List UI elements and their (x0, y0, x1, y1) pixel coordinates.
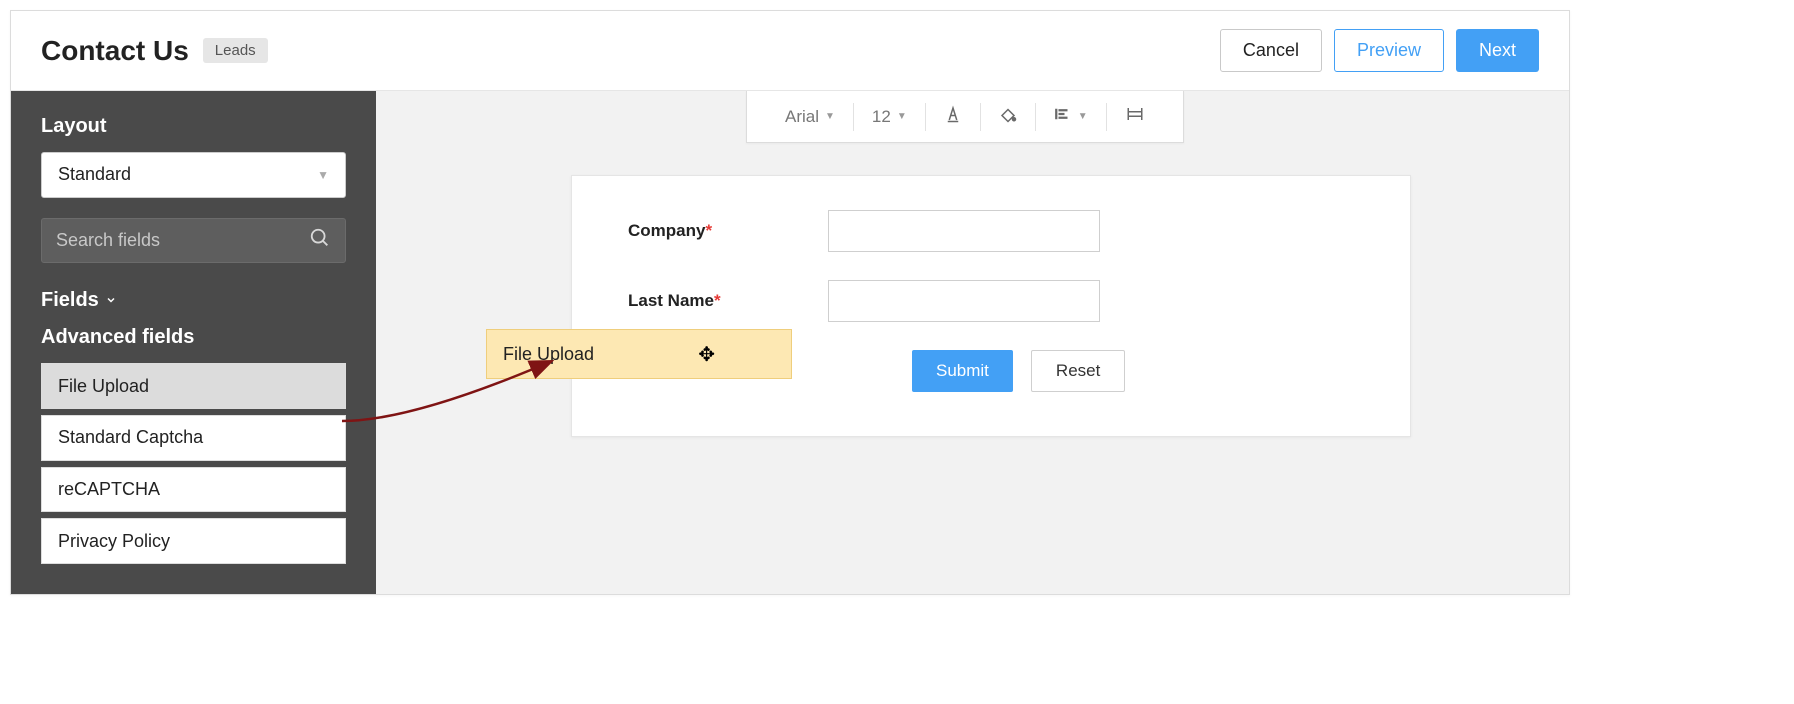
company-input[interactable] (828, 210, 1100, 252)
layout-label: Layout (41, 115, 346, 138)
field-label: Last Name* (628, 291, 828, 311)
form-preview-card: Company* Last Name* Submit Reset (571, 175, 1411, 437)
search-icon (309, 227, 331, 254)
form-width-button[interactable] (1107, 105, 1163, 128)
field-item-standard-captcha[interactable]: Standard Captcha (41, 415, 346, 461)
chevron-down-icon: ▼ (897, 111, 907, 122)
fields-label: Fields (41, 289, 99, 312)
lastname-input[interactable] (828, 280, 1100, 322)
required-asterisk: * (705, 221, 712, 240)
page-title: Contact Us (41, 35, 189, 67)
font-family-dropdown[interactable]: Arial ▼ (767, 107, 853, 127)
fill-color-button[interactable] (981, 105, 1035, 128)
layout-select-value: Standard (58, 164, 131, 185)
form-width-icon (1125, 105, 1145, 128)
chevron-down-icon: ▼ (825, 111, 835, 122)
field-item-file-upload[interactable]: File Upload (41, 363, 346, 409)
field-item-recaptcha[interactable]: reCAPTCHA (41, 467, 346, 513)
form-actions: Submit Reset (912, 350, 1354, 392)
cancel-button[interactable]: Cancel (1220, 29, 1322, 72)
search-input[interactable] (56, 230, 309, 251)
preview-button[interactable]: Preview (1334, 29, 1444, 72)
formatting-toolbar: Arial ▼ 12 ▼ (746, 91, 1184, 143)
next-button[interactable]: Next (1456, 29, 1539, 72)
canvas: Arial ▼ 12 ▼ (376, 91, 1569, 594)
drag-ghost-label: File Upload (503, 344, 594, 365)
submit-button[interactable]: Submit (912, 350, 1013, 392)
required-asterisk: * (714, 291, 721, 310)
text-color-icon (944, 105, 962, 128)
module-badge: Leads (203, 38, 268, 63)
app-window: Contact Us Leads Cancel Preview Next Lay… (10, 10, 1570, 595)
fields-section-header[interactable]: Fields (41, 289, 346, 312)
move-icon: ✥ (698, 342, 715, 367)
field-item-privacy-policy[interactable]: Privacy Policy (41, 518, 346, 564)
advanced-fields-label: Advanced fields (41, 326, 346, 349)
chevron-down-icon: ▼ (1078, 111, 1088, 122)
text-color-button[interactable] (926, 105, 980, 128)
chevron-down-icon (105, 289, 117, 312)
font-size-value: 12 (872, 107, 891, 127)
body: Layout Standard ▼ Fields Advanced fields… (11, 91, 1569, 594)
sidebar: Layout Standard ▼ Fields Advanced fields… (11, 91, 376, 594)
chevron-down-icon: ▼ (317, 168, 329, 182)
header-bar: Contact Us Leads Cancel Preview Next (11, 11, 1569, 91)
field-label: Company* (628, 221, 828, 241)
align-left-icon (1054, 105, 1072, 128)
paint-bucket-icon (999, 105, 1017, 128)
drag-ghost-file-upload[interactable]: File Upload ✥ (486, 329, 792, 379)
form-row-lastname: Last Name* (628, 280, 1354, 322)
font-family-value: Arial (785, 107, 819, 127)
font-size-dropdown[interactable]: 12 ▼ (854, 107, 925, 127)
form-row-company: Company* (628, 210, 1354, 252)
layout-select[interactable]: Standard ▼ (41, 152, 346, 198)
align-dropdown[interactable]: ▼ (1036, 105, 1106, 128)
reset-button[interactable]: Reset (1031, 350, 1125, 392)
search-field-wrap[interactable] (41, 218, 346, 264)
